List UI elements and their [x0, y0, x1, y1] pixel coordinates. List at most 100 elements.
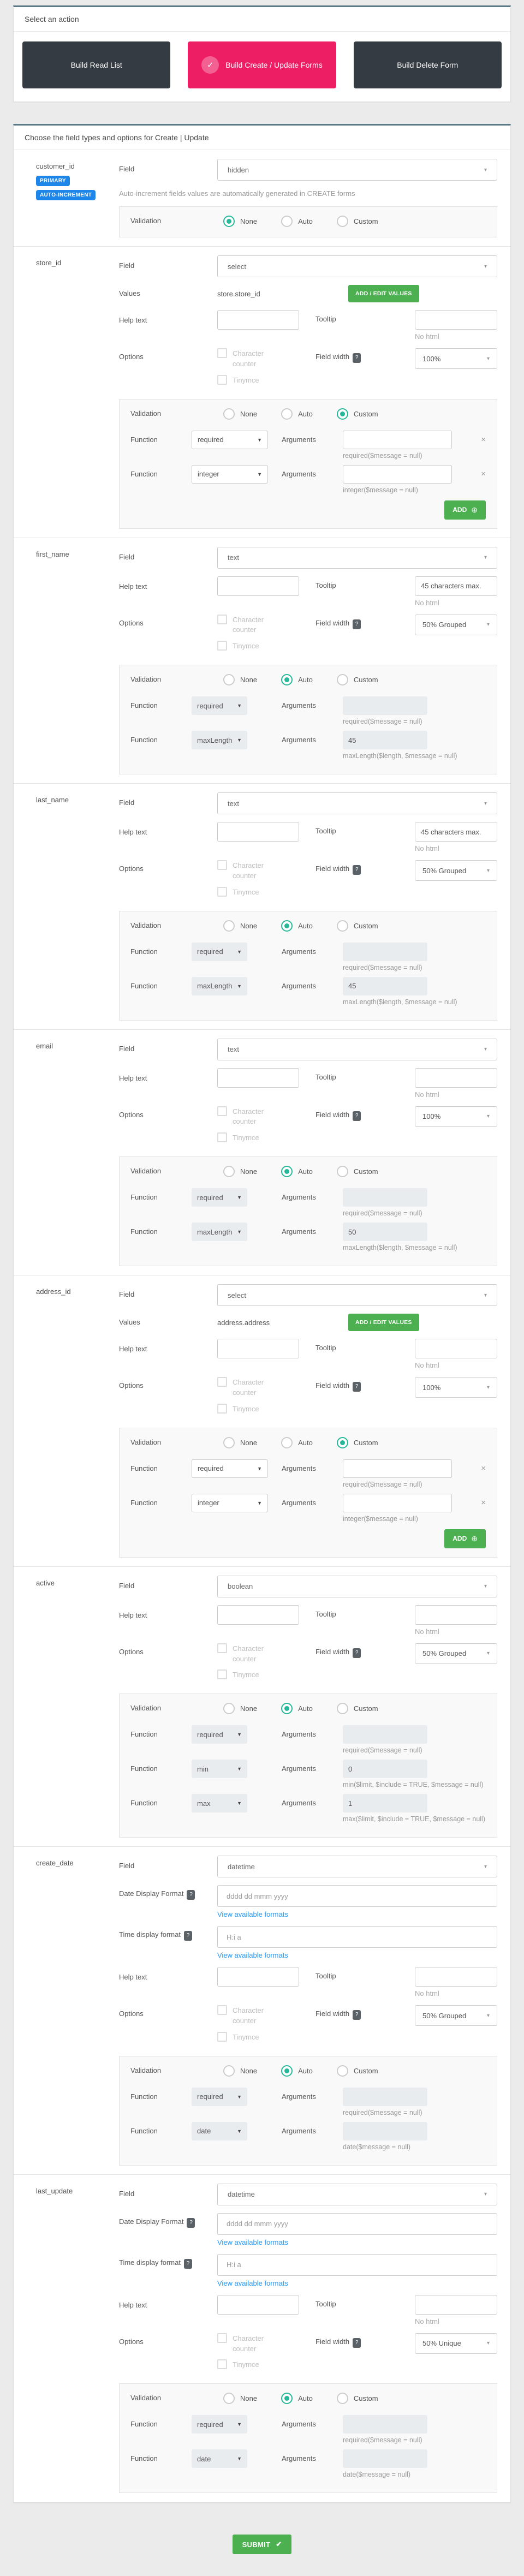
time-display-format-input[interactable] [217, 1926, 497, 1948]
validation-radio-none[interactable]: None [223, 1703, 257, 1715]
question-icon[interactable]: ? [353, 1382, 361, 1392]
field-type-select[interactable]: select ▾ [217, 255, 497, 277]
field-type-select[interactable]: text ▾ [217, 546, 497, 569]
field-width-select[interactable]: 50% Grouped ▾ [415, 614, 497, 635]
function-select[interactable]: integer ▼ [192, 1493, 268, 1512]
field-type-select[interactable]: text ▾ [217, 1038, 497, 1060]
validation-radio-auto[interactable]: Auto [281, 1703, 313, 1715]
validation-radio-auto[interactable]: Auto [281, 1436, 313, 1448]
field-type-select[interactable]: boolean ▾ [217, 1575, 497, 1597]
field-width-select[interactable]: 50% Grouped ▾ [415, 1643, 497, 1664]
function-select[interactable]: integer ▼ [192, 464, 268, 484]
validation-radio-auto[interactable]: Auto [281, 216, 313, 227]
arguments-input[interactable] [343, 430, 452, 449]
validation-radio-none[interactable]: None [223, 920, 257, 932]
validation-radio-custom[interactable]: Custom [336, 2393, 378, 2405]
function-select[interactable]: required ▼ [192, 430, 268, 449]
view-available-formats-link[interactable]: View available formats [217, 2279, 288, 2287]
add-edit-values-button[interactable]: ADD / EDIT VALUES [348, 1314, 419, 1332]
view-available-formats-link[interactable]: View available formats [217, 1910, 288, 1918]
tooltip-input[interactable] [415, 822, 497, 842]
field-type-select[interactable]: datetime ▾ [217, 2183, 497, 2205]
view-available-formats-link[interactable]: View available formats [217, 2238, 288, 2246]
help-text-input[interactable] [217, 576, 299, 596]
help-text-input[interactable] [217, 1605, 299, 1625]
field-width-select[interactable]: 100% ▾ [415, 348, 497, 369]
date-display-format-input[interactable] [217, 2213, 497, 2235]
question-icon[interactable]: ? [353, 619, 361, 629]
validation-radio-auto[interactable]: Auto [281, 920, 313, 932]
help-text-input[interactable] [217, 310, 299, 330]
question-icon[interactable]: ? [353, 865, 361, 875]
field-type-select[interactable]: select ▾ [217, 1284, 497, 1307]
remove-function-icon[interactable]: × [481, 1494, 486, 1507]
validation-radio-custom[interactable]: Custom [336, 1166, 378, 1178]
validation-radio-custom[interactable]: Custom [336, 920, 378, 932]
tooltip-input[interactable] [415, 1339, 497, 1359]
question-icon[interactable]: ? [187, 1890, 195, 1900]
tooltip-input[interactable] [415, 310, 497, 330]
validation-radio-custom[interactable]: Custom [336, 216, 378, 227]
field-width-select[interactable]: 50% Grouped ▾ [415, 860, 497, 881]
validation-radio-auto[interactable]: Auto [281, 408, 313, 420]
field-type-select[interactable]: datetime ▾ [217, 1856, 497, 1878]
help-text-input[interactable] [217, 822, 299, 842]
tooltip-input[interactable] [415, 1068, 497, 1088]
validation-radio-none[interactable]: None [223, 1166, 257, 1178]
validation-radio-custom[interactable]: Custom [336, 408, 378, 420]
help-text-input[interactable] [217, 1339, 299, 1359]
tooltip-input[interactable] [415, 1967, 497, 1987]
help-text-input[interactable] [217, 2294, 299, 2315]
tooltip-input[interactable] [415, 576, 497, 596]
validation-radio-custom[interactable]: Custom [336, 674, 378, 686]
validation-radio-auto[interactable]: Auto [281, 1166, 313, 1178]
field-width-select[interactable]: 100% ▾ [415, 1377, 497, 1398]
question-icon[interactable]: ? [353, 2338, 361, 2348]
remove-function-icon[interactable]: × [481, 431, 486, 444]
validation-radio-none[interactable]: None [223, 2393, 257, 2405]
question-icon[interactable]: ? [183, 2258, 192, 2269]
function-select[interactable]: required ▼ [192, 1459, 268, 1478]
question-icon[interactable]: ? [353, 1111, 361, 1121]
validation-radio-custom[interactable]: Custom [336, 1436, 378, 1448]
validation-radio-none[interactable]: None [223, 408, 257, 420]
arguments-input[interactable] [343, 1459, 452, 1478]
tooltip-input[interactable] [415, 1605, 497, 1625]
add-edit-values-button[interactable]: ADD / EDIT VALUES [348, 285, 419, 302]
validation-radio-custom[interactable]: Custom [336, 2065, 378, 2077]
question-icon[interactable]: ? [353, 2010, 361, 2020]
question-icon[interactable]: ? [183, 1931, 192, 1941]
validation-radio-none[interactable]: None [223, 674, 257, 686]
build-delete-form-button[interactable]: Build Delete Form [353, 41, 502, 88]
submit-button[interactable]: SUBMIT ✔ [232, 2535, 292, 2555]
question-icon[interactable]: ? [187, 2217, 195, 2228]
remove-function-icon[interactable]: × [481, 1459, 486, 1473]
date-display-format-input[interactable] [217, 1885, 497, 1907]
validation-radio-none[interactable]: None [223, 216, 257, 227]
question-icon[interactable]: ? [353, 353, 361, 363]
validation-radio-none[interactable]: None [223, 1436, 257, 1448]
build-read-list-button[interactable]: Build Read List [22, 41, 171, 88]
add-function-button[interactable]: ADD ⊕ [444, 1529, 486, 1548]
validation-radio-auto[interactable]: Auto [281, 674, 313, 686]
validation-radio-none[interactable]: None [223, 2065, 257, 2077]
validation-radio-auto[interactable]: Auto [281, 2393, 313, 2405]
field-type-select[interactable]: text ▾ [217, 792, 497, 815]
arguments-input[interactable] [343, 1493, 452, 1512]
add-function-button[interactable]: ADD ⊕ [444, 500, 486, 520]
view-available-formats-link[interactable]: View available formats [217, 1951, 288, 1959]
time-display-format-input[interactable] [217, 2253, 497, 2276]
help-text-input[interactable] [217, 1967, 299, 1987]
validation-radio-custom[interactable]: Custom [336, 1703, 378, 1715]
field-width-select[interactable]: 100% ▾ [415, 1106, 497, 1127]
tooltip-input[interactable] [415, 2294, 497, 2315]
arguments-input[interactable] [343, 464, 452, 484]
help-text-input[interactable] [217, 1068, 299, 1088]
question-icon[interactable]: ? [353, 1648, 361, 1658]
validation-radio-auto[interactable]: Auto [281, 2065, 313, 2077]
field-type-select[interactable]: hidden ▾ [217, 159, 497, 181]
remove-function-icon[interactable]: × [481, 465, 486, 479]
field-width-select[interactable]: 50% Unique ▾ [415, 2333, 497, 2354]
build-create-update-forms-button[interactable]: ✓ Build Create / Update Forms [188, 41, 336, 88]
field-width-select[interactable]: 50% Grouped ▾ [415, 2005, 497, 2026]
